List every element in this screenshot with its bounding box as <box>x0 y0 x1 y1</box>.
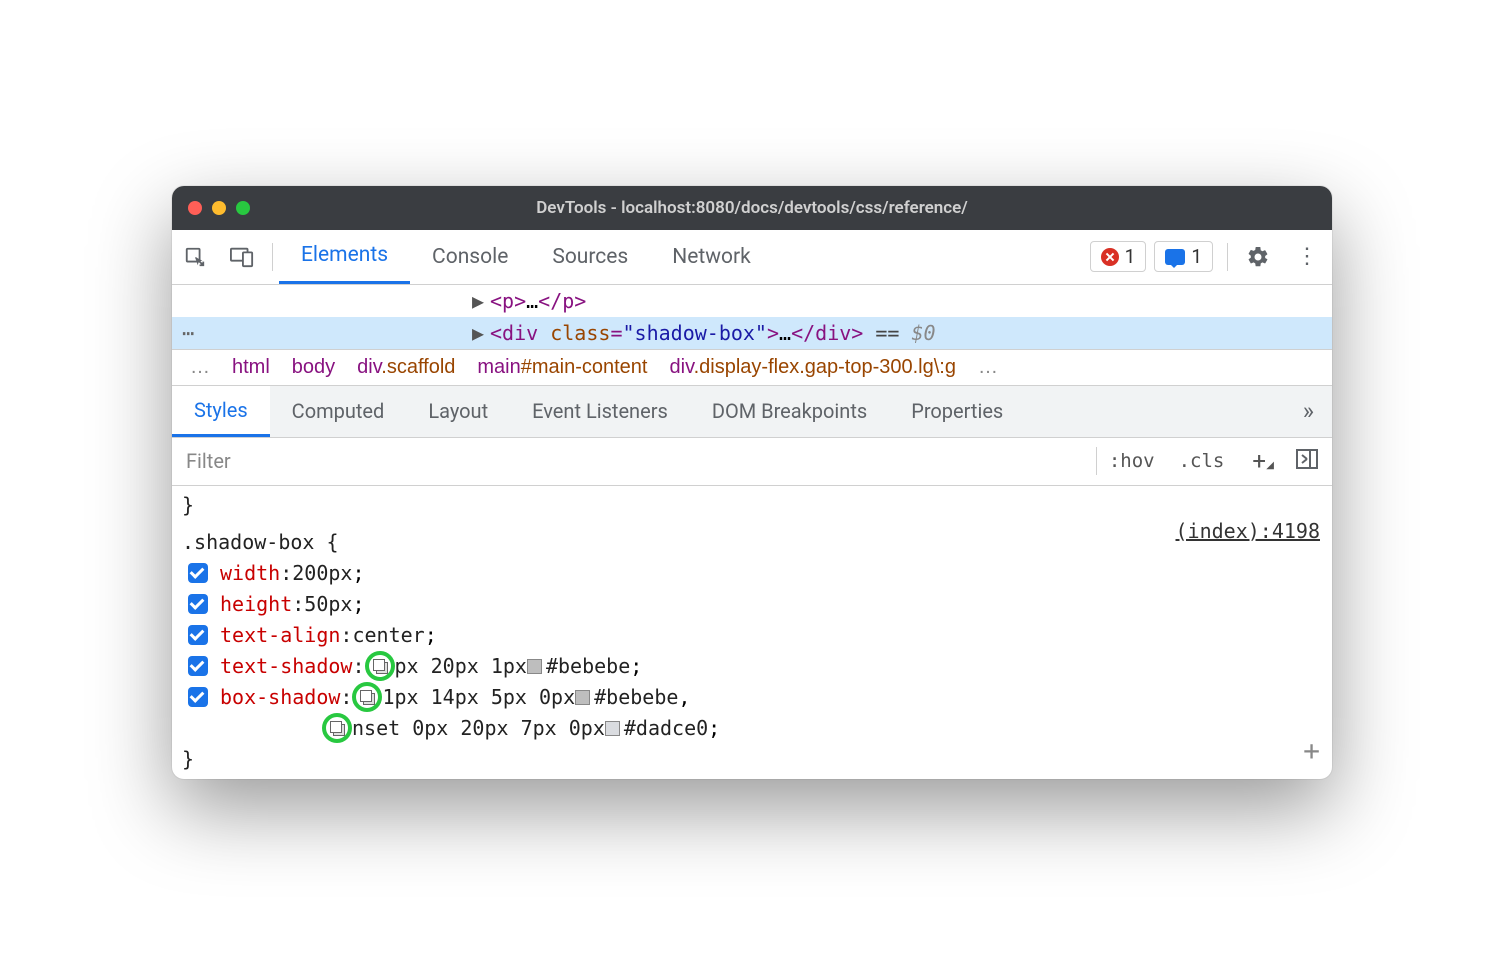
hov-toggle[interactable]: :hov <box>1097 450 1167 472</box>
new-style-rule-button[interactable]: +◢ <box>1236 447 1282 475</box>
rule-source-link[interactable]: (index):4198 <box>1176 516 1321 547</box>
shadow-icon <box>330 721 344 735</box>
dom-tree[interactable]: ▶<p>…</p> ▶<div class="shadow-box">…</di… <box>172 285 1332 349</box>
crumb-body[interactable]: body <box>292 356 335 379</box>
settings-button[interactable] <box>1234 229 1282 284</box>
close-window-button[interactable] <box>188 201 202 215</box>
declaration-text-shadow[interactable]: text-shadow: px 20px 1px #bebebe; <box>182 651 1332 682</box>
shadow-editor-button[interactable] <box>352 682 382 712</box>
separator <box>272 243 273 271</box>
device-toolbar-icon[interactable] <box>218 229 266 284</box>
dom-node[interactable]: ▶<p>…</p> <box>172 285 1332 317</box>
message-icon <box>1165 249 1185 265</box>
declaration-toggle[interactable] <box>188 625 208 645</box>
tab-network[interactable]: Network <box>650 230 773 284</box>
error-icon <box>1101 248 1119 266</box>
breadcrumb[interactable]: … html body div.scaffold main#main-conte… <box>172 349 1332 386</box>
devtools-window: DevTools - localhost:8080/docs/devtools/… <box>172 186 1332 779</box>
separator <box>1227 243 1228 271</box>
rule-selector[interactable]: .shadow-box { <box>182 527 1332 558</box>
rule-close-prev: } <box>182 490 1332 521</box>
subtab-event-listeners[interactable]: Event Listeners <box>510 386 690 437</box>
shadow-icon <box>373 659 387 673</box>
traffic-lights <box>188 201 250 215</box>
styles-subtabs: Styles Computed Layout Event Listeners D… <box>172 386 1332 438</box>
subtab-dom-breakpoints[interactable]: DOM Breakpoints <box>690 386 889 437</box>
declaration-toggle[interactable] <box>188 594 208 614</box>
crumb-html[interactable]: html <box>232 356 270 379</box>
crumb-div-scaffold[interactable]: div.scaffold <box>357 356 455 379</box>
subtab-styles[interactable]: Styles <box>172 386 270 437</box>
declaration-text-align[interactable]: text-align: center; <box>182 620 1332 651</box>
errors-badge[interactable]: 1 <box>1090 241 1147 272</box>
crumb-main[interactable]: main#main-content <box>477 356 647 379</box>
shadow-editor-button[interactable] <box>322 713 352 743</box>
declaration-height[interactable]: height: 50px; <box>182 589 1332 620</box>
crumb-div-flex[interactable]: div.display-flex.gap-top-300.lg\:g <box>670 356 956 379</box>
computed-sidebar-toggle-icon[interactable] <box>1282 449 1332 473</box>
zoom-window-button[interactable] <box>236 201 250 215</box>
color-swatch[interactable] <box>527 659 542 674</box>
tab-elements[interactable]: Elements <box>279 230 410 284</box>
filter-input[interactable] <box>172 438 1096 485</box>
inspect-element-icon[interactable] <box>172 229 218 284</box>
errors-count: 1 <box>1125 245 1136 268</box>
disclosure-triangle-icon[interactable]: ▶ <box>472 317 490 349</box>
crumb-overflow-left[interactable]: … <box>190 356 210 379</box>
color-swatch[interactable] <box>605 721 620 736</box>
subtab-computed[interactable]: Computed <box>270 386 407 437</box>
declaration-toggle[interactable] <box>188 563 208 583</box>
more-menu-button[interactable]: ⋮ <box>1282 244 1332 269</box>
declaration-toggle[interactable] <box>188 687 208 707</box>
declaration-toggle[interactable] <box>188 656 208 676</box>
styles-filter-bar: :hov .cls +◢ <box>172 438 1332 486</box>
styles-pane[interactable]: } .shadow-box { (index):4198 width: 200p… <box>172 486 1332 779</box>
crumb-overflow-right[interactable]: … <box>978 356 998 379</box>
declaration-box-shadow[interactable]: box-shadow: 1px 14px 5px 0px #bebebe, <box>182 682 1332 713</box>
declaration-width[interactable]: width: 200px; <box>182 558 1332 589</box>
tab-sources[interactable]: Sources <box>530 230 650 284</box>
tab-console[interactable]: Console <box>410 230 530 284</box>
main-toolbar: Elements Console Sources Network 1 1 ⋮ <box>172 230 1332 285</box>
minimize-window-button[interactable] <box>212 201 226 215</box>
more-tabs-button[interactable]: » <box>1285 397 1332 425</box>
window-title: DevTools - localhost:8080/docs/devtools/… <box>172 198 1332 218</box>
window-titlebar: DevTools - localhost:8080/docs/devtools/… <box>172 186 1332 230</box>
subtab-properties[interactable]: Properties <box>889 386 1025 437</box>
disclosure-triangle-icon[interactable]: ▶ <box>472 285 490 317</box>
cls-toggle[interactable]: .cls <box>1167 450 1237 472</box>
color-swatch[interactable] <box>575 690 590 705</box>
panel-tabs: Elements Console Sources Network <box>279 230 773 284</box>
dom-node-selected[interactable]: ▶<div class="shadow-box">…</div> == $0 <box>172 317 1332 349</box>
insert-style-rule-button[interactable]: + <box>1303 729 1320 772</box>
subtab-layout[interactable]: Layout <box>406 386 510 437</box>
declaration-box-shadow-cont[interactable]: nset 0px 20px 7px 0px #dadce0; <box>182 713 1332 744</box>
shadow-icon <box>360 690 374 704</box>
messages-count: 1 <box>1191 245 1202 268</box>
rule-close: } <box>182 744 1332 775</box>
gear-icon <box>1246 245 1270 269</box>
messages-badge[interactable]: 1 <box>1154 241 1213 272</box>
shadow-editor-button[interactable] <box>365 651 395 681</box>
